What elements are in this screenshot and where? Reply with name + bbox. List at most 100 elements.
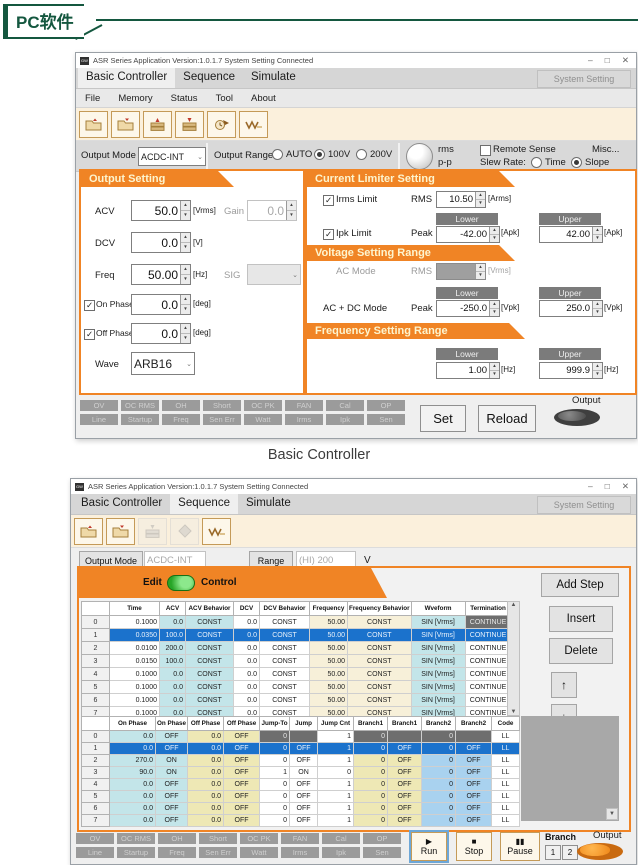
tab-simulate[interactable]: Simulate (243, 68, 304, 88)
cell[interactable]: OFF (388, 767, 422, 779)
cell[interactable]: 0.0 (110, 791, 156, 803)
reload-button[interactable]: Reload (478, 405, 536, 432)
range-100v-radio[interactable]: 100V (314, 149, 350, 160)
cell[interactable]: 0.0 (188, 779, 224, 791)
cell[interactable]: SIN [Vrms] (411, 694, 465, 707)
set-button[interactable]: Set (420, 405, 466, 432)
cell[interactable]: CONST (186, 616, 234, 629)
cell[interactable]: SIN [Vrms] (411, 681, 465, 694)
cell[interactable]: 1 (82, 629, 110, 642)
cell[interactable]: 2 (82, 642, 110, 655)
cell[interactable]: 0.0 (234, 616, 260, 629)
cell[interactable]: 0.0 (234, 655, 260, 668)
cell[interactable]: OFF (224, 743, 260, 755)
cell[interactable]: 0.0150 (110, 655, 160, 668)
cell[interactable]: SIN [Vrms] (411, 642, 465, 655)
acdc-lower-field[interactable]: -250.0▲▼ (436, 300, 500, 317)
cell[interactable]: 1 (318, 815, 354, 827)
spinner[interactable]: ▲▼ (592, 227, 602, 242)
cell[interactable]: LL (492, 803, 520, 815)
cell[interactable]: SIN [Vrms] (411, 655, 465, 668)
table-row[interactable]: 40.10000.0CONST0.0CONST50.00CONSTSIN [Vr… (82, 668, 512, 681)
cell[interactable]: 0.1000 (110, 668, 160, 681)
cell[interactable]: 0 (354, 755, 388, 767)
remote-sense-checkbox[interactable] (480, 145, 491, 156)
cell[interactable]: 90.0 (110, 767, 156, 779)
cell[interactable]: 50.00 (310, 668, 348, 681)
spinner[interactable]: ▲▼ (180, 233, 190, 252)
cell[interactable]: OFF (290, 755, 318, 767)
measure-knob[interactable] (406, 143, 433, 170)
off-phase-field[interactable]: 0.0▲▼ (131, 323, 191, 344)
cell[interactable]: OFF (290, 791, 318, 803)
cell[interactable]: LL (492, 731, 520, 743)
cell[interactable]: 5 (82, 681, 110, 694)
cell[interactable]: 0 (354, 815, 388, 827)
cell[interactable]: 1 (318, 743, 354, 755)
slew-slope-radio[interactable]: Slope (571, 157, 609, 168)
cell[interactable]: 0 (422, 767, 456, 779)
scroll-up-icon[interactable]: ▲ (511, 602, 517, 608)
cell[interactable]: 0 (422, 779, 456, 791)
recall-folder-icon[interactable] (79, 111, 108, 138)
cell[interactable]: LL (492, 767, 520, 779)
table-row[interactable]: 60.10000.0CONST0.0CONST50.00CONSTSIN [Vr… (82, 694, 512, 707)
cell[interactable]: LL (492, 815, 520, 827)
cell[interactable]: OFF (224, 731, 260, 743)
table-row[interactable]: 00.10000.0CONST0.0CONST50.00CONSTSIN [Vr… (82, 616, 512, 629)
cell[interactable]: LL (492, 755, 520, 767)
cell[interactable]: 0.0 (110, 815, 156, 827)
menu-memory[interactable]: Memory (109, 93, 161, 104)
table-row[interactable]: 50.10000.0CONST0.0CONST50.00CONSTSIN [Vr… (82, 681, 512, 694)
cell[interactable]: CONST (186, 668, 234, 681)
close-button[interactable]: ✕ (622, 55, 629, 66)
cell[interactable]: 0.0 (110, 731, 156, 743)
cell[interactable]: 0 (260, 803, 290, 815)
cell[interactable]: 0.0 (188, 767, 224, 779)
wave-select[interactable]: ARB16⌄ (131, 352, 195, 375)
pp-label[interactable]: p-p (438, 157, 452, 168)
cell[interactable]: 50.00 (310, 616, 348, 629)
cell[interactable]: 0.0 (234, 694, 260, 707)
spinner[interactable]: ▲▼ (180, 295, 190, 314)
cell[interactable]: 0.0 (188, 743, 224, 755)
cell[interactable]: 0 (354, 767, 388, 779)
table-row[interactable]: 60.0OFF0.0OFF0OFF10OFF0OFFLL (82, 803, 520, 815)
table-row[interactable]: 390.0ON0.0OFF1ON00OFF0OFFLL (82, 767, 520, 779)
cell[interactable]: 0.1000 (110, 616, 160, 629)
cell[interactable]: CONST (348, 694, 412, 707)
cell[interactable]: 200.0 (160, 642, 186, 655)
cell[interactable]: OFF (456, 791, 492, 803)
cell[interactable]: 0.0 (188, 815, 224, 827)
branch1-button[interactable]: 1 (545, 845, 561, 860)
cell[interactable]: 270.0 (110, 755, 156, 767)
cell[interactable]: OFF (456, 743, 492, 755)
cell[interactable]: 0.0 (160, 694, 186, 707)
cell[interactable]: 0 (422, 791, 456, 803)
cell[interactable]: 1 (318, 731, 354, 743)
cell[interactable]: OFF (156, 731, 188, 743)
cell[interactable]: 0.0 (160, 681, 186, 694)
gain-field[interactable]: 0.0▲▼ (247, 200, 297, 221)
memory-recall-icon[interactable] (143, 111, 172, 138)
cell[interactable]: 0 (354, 743, 388, 755)
cell[interactable]: CONST (186, 681, 234, 694)
cell[interactable]: CONTINUE (465, 616, 511, 629)
cell[interactable]: CONST (260, 694, 310, 707)
cell[interactable]: CONST (348, 681, 412, 694)
cell[interactable]: SIN [Vrms] (411, 629, 465, 642)
cell[interactable]: CONTINUE (465, 668, 511, 681)
cell[interactable]: 0 (354, 791, 388, 803)
cell[interactable]: CONST (186, 642, 234, 655)
cell[interactable]: CONST (260, 681, 310, 694)
cell[interactable]: 0.0 (188, 755, 224, 767)
cell[interactable]: OFF (156, 803, 188, 815)
cell[interactable]: 0.0 (160, 616, 186, 629)
cell[interactable]: ON (290, 767, 318, 779)
cell[interactable]: OFF (456, 767, 492, 779)
move-up-button[interactable]: ↑ (551, 672, 577, 698)
cell[interactable]: OFF (224, 767, 260, 779)
cell[interactable]: 0 (354, 731, 388, 743)
acv-field[interactable]: 50.0▲▼ (131, 200, 191, 221)
cell[interactable]: 3 (82, 655, 110, 668)
